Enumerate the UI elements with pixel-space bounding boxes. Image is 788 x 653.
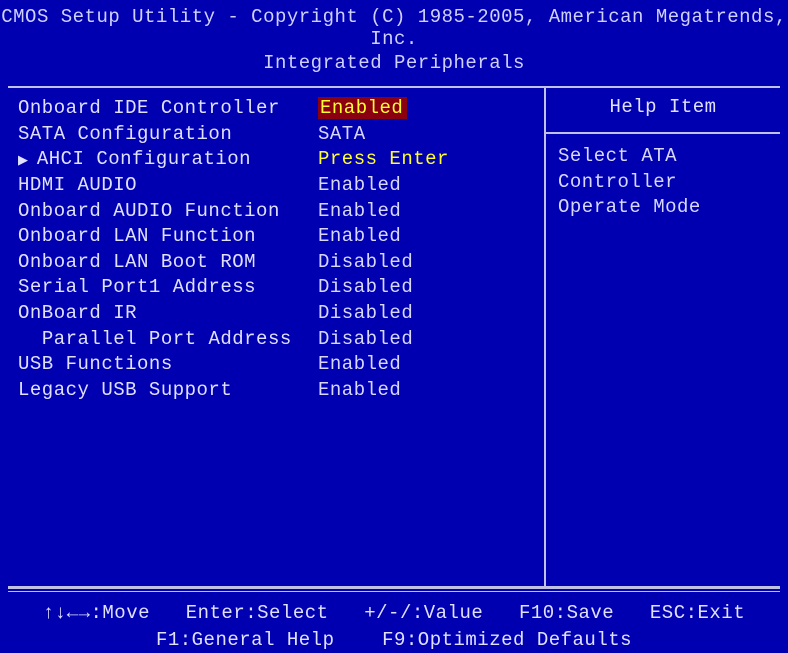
setting-label: OnBoard IR xyxy=(18,301,318,327)
setting-label: SATA Configuration xyxy=(18,122,318,148)
setting-label: USB Functions xyxy=(18,352,318,378)
setting-label: Onboard AUDIO Function xyxy=(18,199,318,225)
header: CMOS Setup Utility - Copyright (C) 1985-… xyxy=(0,0,788,82)
help-pane: Help Item Select ATA Controller Operate … xyxy=(546,88,780,586)
setting-value[interactable]: Enabled xyxy=(318,96,538,122)
help-body: Select ATA Controller Operate Mode xyxy=(546,134,780,229)
header-title: CMOS Setup Utility - Copyright (C) 1985-… xyxy=(0,6,788,50)
setting-value[interactable]: Enabled xyxy=(318,352,538,378)
setting-row-4[interactable]: Onboard AUDIO FunctionEnabled xyxy=(18,199,538,225)
setting-value[interactable]: Enabled xyxy=(318,224,538,250)
setting-row-10[interactable]: USB FunctionsEnabled xyxy=(18,352,538,378)
setting-row-3[interactable]: HDMI AUDIOEnabled xyxy=(18,173,538,199)
setting-value[interactable]: Disabled xyxy=(318,250,538,276)
settings-pane: Onboard IDE ControllerEnabledSATA Config… xyxy=(8,88,546,586)
setting-label: Serial Port1 Address xyxy=(18,275,318,301)
setting-value[interactable]: Enabled xyxy=(318,378,538,404)
setting-row-7[interactable]: Serial Port1 AddressDisabled xyxy=(18,275,538,301)
help-text-line1: Select ATA Controller xyxy=(558,144,772,195)
footer: ↑↓←→:Move Enter:Select +/-/:Value F10:Sa… xyxy=(0,592,788,653)
setting-value[interactable]: Disabled xyxy=(318,301,538,327)
setting-row-6[interactable]: Onboard LAN Boot ROMDisabled xyxy=(18,250,538,276)
setting-label: Parallel Port Address xyxy=(18,327,318,353)
setting-row-2[interactable]: AHCI ConfigurationPress Enter xyxy=(18,147,538,173)
help-text-line2: Operate Mode xyxy=(558,195,772,221)
setting-value[interactable]: Enabled xyxy=(318,173,538,199)
main-content: Onboard IDE ControllerEnabledSATA Config… xyxy=(8,86,780,588)
setting-label: Onboard IDE Controller xyxy=(18,96,318,122)
setting-label: HDMI AUDIO xyxy=(18,173,318,199)
setting-row-8[interactable]: OnBoard IRDisabled xyxy=(18,301,538,327)
setting-row-0[interactable]: Onboard IDE ControllerEnabled xyxy=(18,96,538,122)
footer-keys-line1: ↑↓←→:Move Enter:Select +/-/:Value F10:Sa… xyxy=(0,600,788,627)
setting-label: Onboard LAN Function xyxy=(18,224,318,250)
header-subtitle: Integrated Peripherals xyxy=(0,52,788,74)
help-title: Help Item xyxy=(546,88,780,134)
footer-keys-line2: F1:General Help F9:Optimized Defaults xyxy=(0,627,788,653)
setting-value[interactable]: Enabled xyxy=(318,199,538,225)
setting-label: AHCI Configuration xyxy=(18,147,318,173)
setting-label: Onboard LAN Boot ROM xyxy=(18,250,318,276)
setting-row-1[interactable]: SATA ConfigurationSATA xyxy=(18,122,538,148)
setting-value[interactable]: Disabled xyxy=(318,275,538,301)
setting-row-9[interactable]: Parallel Port AddressDisabled xyxy=(18,327,538,353)
setting-label: Legacy USB Support xyxy=(18,378,318,404)
setting-value[interactable]: SATA xyxy=(318,122,538,148)
setting-value[interactable]: Press Enter xyxy=(318,147,538,173)
setting-row-11[interactable]: Legacy USB SupportEnabled xyxy=(18,378,538,404)
setting-value[interactable]: Disabled xyxy=(318,327,538,353)
setting-row-5[interactable]: Onboard LAN FunctionEnabled xyxy=(18,224,538,250)
